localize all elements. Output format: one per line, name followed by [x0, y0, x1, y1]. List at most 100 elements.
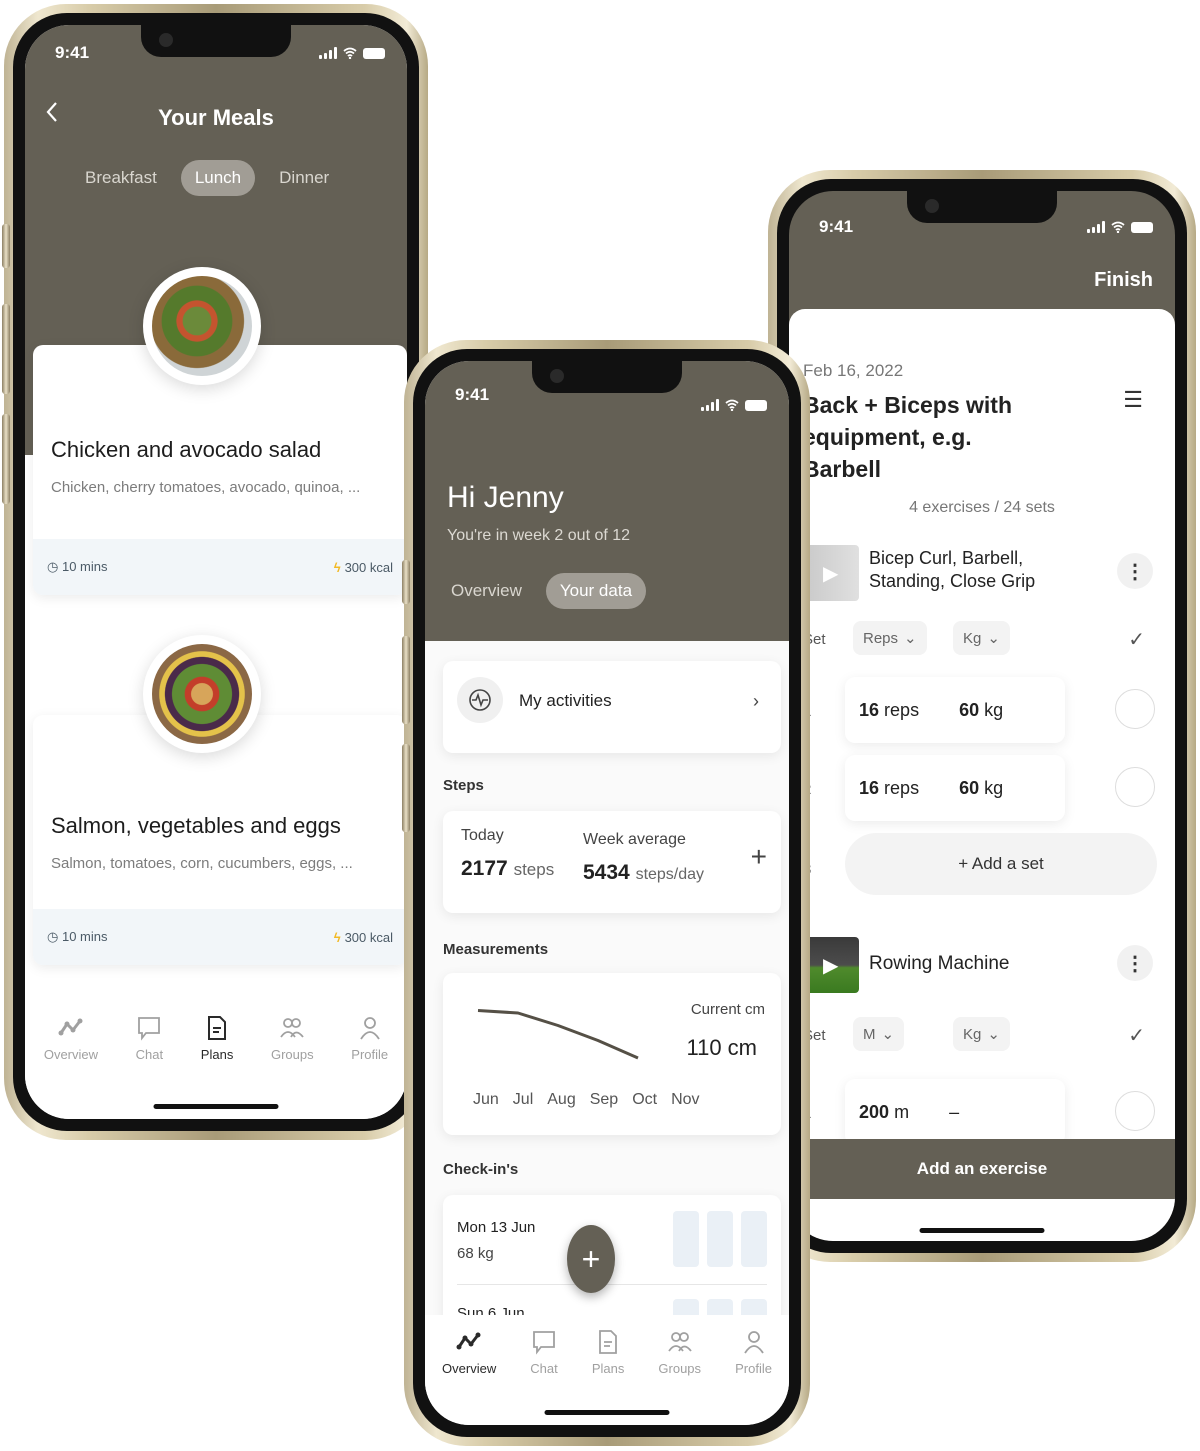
kg-dropdown[interactable]: Kg ⌄ — [953, 621, 1010, 655]
exercise-thumbnail[interactable]: ▶ — [803, 545, 859, 601]
calories: ϟ 300 kcal — [334, 930, 393, 945]
add-steps-button[interactable]: + — [751, 841, 767, 873]
group-icon — [667, 1332, 692, 1352]
prep-time-value: 10 mins — [61, 929, 108, 944]
meal-description: Salmon, tomatoes, corn, cucumbers, eggs,… — [51, 855, 353, 872]
checkin-photo[interactable] — [707, 1211, 733, 1267]
bolt-icon: ϟ — [333, 929, 341, 945]
distance-value: 200 m — [859, 1101, 910, 1122]
battery-icon — [1131, 221, 1153, 233]
phone-meals: 9:41 Your Meals Breakfast Lunch Dinner C… — [2, 4, 428, 1140]
home-indicator — [544, 1410, 670, 1415]
set-values[interactable]: 16 reps 60 kg — [845, 755, 1065, 821]
month-label: Jul — [512, 1091, 534, 1108]
checkin-photo[interactable] — [673, 1211, 699, 1267]
set-values[interactable]: 200 m – — [845, 1079, 1065, 1145]
set-complete-toggle[interactable] — [1115, 1091, 1155, 1131]
more-vertical-icon: ⋮ — [1125, 952, 1145, 975]
checkin-date: Mon 13 Jun — [457, 1219, 536, 1236]
bottom-nav: Overview Chat Plans Groups Profile — [425, 1315, 789, 1425]
meal-image — [143, 267, 261, 385]
calories-value: 300 kcal — [344, 559, 393, 575]
volume-down-button — [402, 744, 410, 832]
tab-overview[interactable]: Overview — [437, 573, 536, 609]
nav-label: Groups — [270, 1047, 314, 1062]
checkin-photo[interactable] — [741, 1211, 767, 1267]
play-icon: ▶ — [823, 563, 839, 585]
set-header: Set M ⌄ Kg ⌄ ✓ — [803, 1017, 1175, 1057]
wifi-icon — [725, 399, 739, 411]
reps-dropdown[interactable]: Reps ⌄ — [853, 621, 927, 655]
notch — [141, 25, 291, 57]
prep-time: ◷ 10 mins — [47, 929, 108, 945]
kg-dropdown[interactable]: Kg ⌄ — [953, 1017, 1010, 1051]
battery-icon — [363, 47, 385, 59]
tab-lunch[interactable]: Lunch — [180, 160, 256, 196]
meal-card[interactable]: Chicken and avocado salad Chicken, cherr… — [33, 345, 407, 595]
exercise-options-button[interactable]: ⋮ — [1117, 553, 1153, 589]
side-button — [2, 224, 10, 268]
set-row: 2 16 reps 60 kg — [803, 755, 1175, 821]
battery-icon — [745, 399, 767, 411]
exercise: ▶ Bicep Curl, Barbell, Standing, Close G… — [803, 541, 1175, 901]
clock-icon: ◷ — [47, 559, 62, 574]
meal-image — [143, 635, 261, 753]
camera — [550, 369, 564, 383]
nav-profile[interactable]: Profile — [735, 1329, 772, 1425]
notch — [532, 361, 682, 393]
overview-screen: 9:41 Hi Jenny You're in week 2 out of 12… — [425, 361, 789, 1425]
nav-label: Profile — [735, 1361, 772, 1376]
nav-overview[interactable]: Overview — [44, 1015, 98, 1119]
overview-header: 9:41 Hi Jenny You're in week 2 out of 12… — [425, 361, 789, 641]
add-set-button[interactable]: + Add a set — [845, 833, 1157, 895]
set-complete-toggle[interactable] — [1115, 689, 1155, 729]
nav-label: Profile — [351, 1047, 389, 1062]
check-icon: ✓ — [1128, 1025, 1145, 1047]
document-icon — [599, 1330, 617, 1354]
workout-screen: 9:41 Finish Feb 16, 2022 Back + Biceps w… — [789, 191, 1175, 1241]
current-value: 110 cm — [686, 1035, 757, 1060]
distance-dropdown[interactable]: M ⌄ — [853, 1017, 905, 1051]
nav-label: Overview — [442, 1361, 497, 1376]
more-vertical-icon: ⋮ — [1125, 560, 1145, 583]
month-label: Sep — [589, 1091, 619, 1108]
bolt-icon: ϟ — [333, 559, 341, 575]
workout-summary: 4 exercises / 24 sets — [909, 499, 1055, 516]
today-label: Today — [461, 827, 504, 844]
month-label: Nov — [671, 1091, 700, 1108]
add-exercise-button[interactable]: Add an exercise — [789, 1139, 1175, 1199]
meal-description: Chicken, cherry tomatoes, avocado, quino… — [51, 479, 361, 496]
nav-profile[interactable]: Profile — [351, 1015, 388, 1119]
weight-value: – — [949, 1101, 960, 1122]
week-progress: You're in week 2 out of 12 — [447, 527, 631, 544]
add-checkin-button[interactable]: + — [567, 1225, 615, 1293]
check-icon: ✓ — [1128, 629, 1145, 651]
checkins-section-label: Check-in's — [443, 1161, 519, 1178]
nav-groups[interactable]: Groups — [271, 1015, 314, 1119]
finish-button[interactable]: Finish — [1094, 269, 1153, 292]
chat-bubble-icon — [138, 1017, 161, 1041]
nav-label: Groups — [658, 1361, 702, 1376]
dropdown-value: Kg — [963, 1025, 982, 1043]
my-activities-button[interactable]: My activities › — [443, 661, 781, 753]
tab-dinner[interactable]: Dinner — [265, 160, 343, 196]
measurements-card[interactable]: Current cm 110 cm Jun Jul Aug Sep Oct No… — [443, 973, 781, 1135]
activity-icon — [457, 677, 503, 723]
current-label: Current cm — [690, 1001, 765, 1018]
workout-menu-button[interactable]: ☰ — [1123, 387, 1143, 413]
profile-icon — [743, 1331, 764, 1354]
meal-card[interactable]: Salmon, vegetables and eggs Salmon, toma… — [33, 715, 407, 965]
set-values[interactable]: 16 reps 60 kg — [845, 677, 1065, 743]
exercise-thumbnail[interactable]: ▶ — [803, 937, 859, 993]
week-average-steps: 5434 steps/day — [583, 861, 705, 884]
tab-breakfast[interactable]: Breakfast — [71, 160, 171, 196]
nav-overview[interactable]: Overview — [442, 1329, 496, 1425]
set-complete-toggle[interactable] — [1115, 767, 1155, 807]
tab-your-data[interactable]: Your data — [545, 573, 647, 609]
meal-title: Chicken and avocado salad — [51, 437, 322, 462]
chevron-down-icon: ⌄ — [987, 630, 1000, 647]
meals-screen: 9:41 Your Meals Breakfast Lunch Dinner C… — [25, 25, 407, 1119]
volume-up-button — [2, 304, 10, 394]
exercise-options-button[interactable]: ⋮ — [1117, 945, 1153, 981]
phone-workout: 9:41 Finish Feb 16, 2022 Back + Biceps w… — [768, 170, 1196, 1262]
